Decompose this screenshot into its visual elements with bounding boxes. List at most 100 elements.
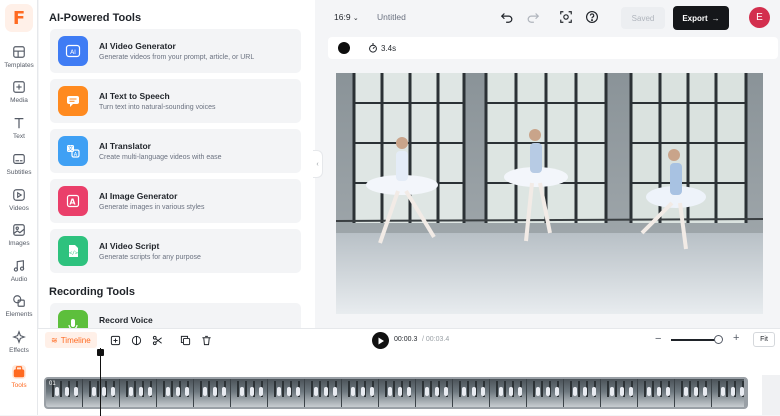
sidebar-item-elements[interactable]: Elements [0, 294, 38, 324]
duration-control[interactable]: 3.4s [368, 43, 396, 53]
redo-icon[interactable] [526, 10, 540, 24]
help-icon[interactable] [585, 10, 599, 24]
clip-thumbnail [342, 379, 379, 407]
sidebar-item-label: Audio [10, 276, 28, 283]
scissors-icon[interactable] [152, 335, 163, 346]
current-time: 00:00.3 [394, 336, 418, 343]
clip-thumbnail [120, 379, 157, 407]
sidebar-item-label: Tools [11, 382, 27, 389]
sidebar-item-label: Videos [9, 205, 29, 212]
arrow-right-icon: → [711, 13, 720, 23]
clip-thumbnail [194, 379, 231, 407]
sidebar-item-effects[interactable]: Effects [0, 330, 38, 360]
panel-title: AI-Powered Tools [49, 12, 142, 24]
aspect-ratio-value: 16:9 [334, 12, 351, 22]
fit-button[interactable]: Fit [753, 332, 775, 347]
videos-icon [13, 189, 25, 201]
sidebar-item-tools[interactable]: Tools [0, 365, 38, 395]
export-button[interactable]: Export → [673, 6, 729, 30]
clip-thumbnail [416, 379, 453, 407]
video-preview[interactable] [336, 73, 763, 314]
sidebar-item-subtitles[interactable]: Subtitles [0, 152, 38, 182]
tool-title: AI Image Generator [99, 191, 178, 201]
sidebar-item-templates[interactable]: Templates [0, 45, 38, 75]
tool-title: AI Video Generator [99, 41, 176, 51]
tool-card-ai-video-script[interactable]: </> AI Video Script Generate scripts for… [50, 229, 301, 273]
clip-thumbnail [268, 379, 305, 407]
translate-icon: 文A [58, 136, 88, 166]
video-frame-image [336, 73, 763, 314]
tool-card-ai-video-generator[interactable]: AI AI Video Generator Generate videos fr… [50, 29, 301, 73]
tools-panel: AI-Powered Tools AI AI Video Generator G… [39, 0, 315, 328]
audio-icon [13, 260, 25, 272]
tools-icon [12, 365, 26, 379]
timeline-scroll-area[interactable] [762, 375, 780, 415]
svg-text:A: A [74, 152, 78, 158]
zoom-in-button[interactable]: + [733, 332, 739, 344]
play-button[interactable] [372, 332, 389, 349]
sidebar-item-media[interactable]: Media [0, 80, 38, 110]
duplicate-icon[interactable] [180, 335, 191, 346]
total-time-value: 00:03.4 [425, 336, 450, 343]
tool-desc: Generate scripts for any purpose [99, 254, 201, 261]
zoom-slider[interactable] [671, 339, 719, 341]
export-label: Export [682, 13, 708, 23]
undo-icon[interactable] [500, 10, 514, 24]
aspect-ratio-select[interactable]: 16:9 ⌄ [334, 12, 359, 22]
svg-text:A: A [69, 198, 76, 207]
canvas-area: 3.4s [323, 34, 780, 328]
playhead-handle[interactable] [97, 349, 104, 356]
microphone-icon [58, 310, 88, 328]
section-title-recording: Recording Tools [49, 286, 135, 298]
sidebar-item-label: Templates [4, 62, 34, 69]
tab-timeline[interactable]: ≋ Timeline [45, 332, 97, 348]
video-clip-track[interactable]: 01 [44, 377, 748, 409]
tool-title: AI Translator [99, 141, 151, 151]
tool-desc: Create multi-language videos with ease [99, 154, 222, 161]
top-bar: 16:9 ⌄ Untitled Saved Export → E [323, 0, 780, 34]
app-logo[interactable]: F [5, 4, 33, 32]
text-icon [14, 118, 24, 129]
saved-button[interactable]: Saved [621, 7, 665, 29]
tool-card-record-voice[interactable]: Record Voice [50, 303, 301, 328]
zoom-out-button[interactable]: − [655, 333, 661, 345]
collapse-panel-button[interactable]: ‹ [313, 150, 323, 178]
sidebar-item-label: Media [10, 97, 28, 104]
svg-text:AI: AI [70, 49, 76, 56]
sidebar-item-label: Subtitles [6, 169, 32, 176]
timeline-panel: ≋ Timeline 00:00.3 / 00:03.4 − + Fit 01 [38, 328, 780, 416]
add-clip-icon[interactable] [110, 335, 121, 346]
play-icon [378, 337, 384, 344]
sidebar-item-images[interactable]: Images [0, 223, 38, 253]
clip-thumbnail [379, 379, 416, 407]
split-icon[interactable] [131, 335, 142, 346]
tool-card-ai-text-to-speech[interactable]: AI Text to Speech Turn text into natural… [50, 79, 301, 123]
project-title[interactable]: Untitled [377, 12, 406, 22]
avatar[interactable]: E [749, 7, 770, 28]
total-time: / 00:03.4 [422, 336, 449, 343]
sidebar-item-audio[interactable]: Audio [0, 259, 38, 289]
trash-icon[interactable] [201, 335, 212, 346]
time-separator: / [422, 336, 424, 343]
sidebar-item-label: Text [13, 133, 25, 140]
background-color-swatch[interactable] [338, 42, 350, 54]
playhead[interactable] [100, 348, 101, 416]
zoom-slider-handle[interactable] [714, 335, 723, 344]
sidebar-item-videos[interactable]: Videos [0, 188, 38, 218]
ai-video-icon: AI [58, 36, 88, 66]
left-rail: F Templates Media Text Subtitles Videos … [0, 0, 38, 415]
media-icon [13, 81, 25, 93]
sidebar-item-label: Elements [5, 311, 33, 318]
clip-trim-handle[interactable] [744, 379, 746, 407]
tool-desc: Generate images in various styles [99, 204, 205, 211]
clip-thumbnail [231, 379, 268, 407]
effects-icon [12, 330, 26, 344]
duration-value: 3.4s [381, 43, 397, 53]
tool-card-ai-translator[interactable]: 文A AI Translator Create multi-language v… [50, 129, 301, 173]
image-generator-icon: A [58, 186, 88, 216]
clip-thumbnail [83, 379, 120, 407]
tool-card-ai-image-generator[interactable]: A AI Image Generator Generate images in … [50, 179, 301, 223]
svg-text:</>: </> [69, 251, 78, 257]
sidebar-item-text[interactable]: Text [0, 116, 38, 146]
screen-capture-icon[interactable] [559, 10, 573, 24]
